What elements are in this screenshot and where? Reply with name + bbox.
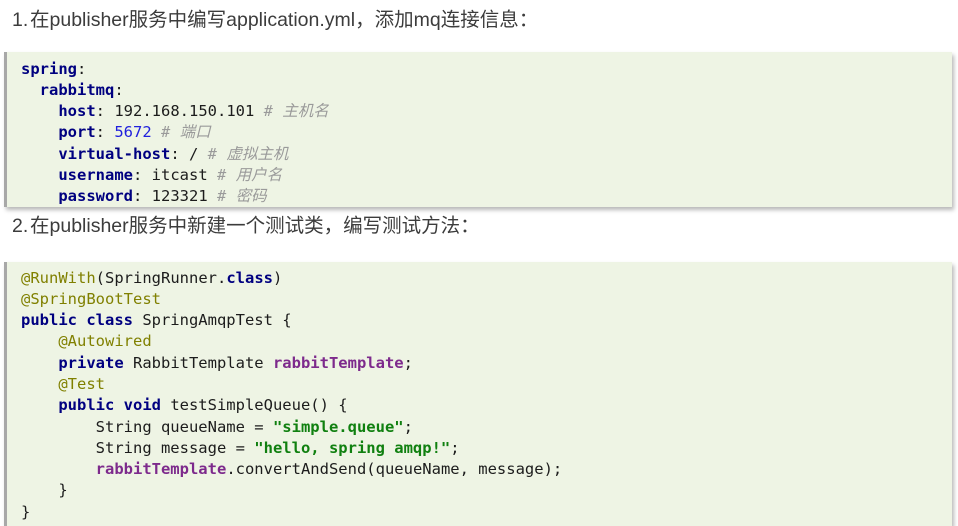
code-token-key: public class	[21, 311, 133, 330]
java-code-block[interactable]: @RunWith(SpringRunner.class) @SpringBootT…	[4, 261, 952, 526]
code-token-punct: :	[77, 59, 87, 78]
code-line: spring:	[21, 59, 952, 80]
code-token-key: private	[58, 353, 124, 372]
code-line: username: itcast # 用户名	[21, 165, 952, 186]
code-token-punct: :	[95, 102, 105, 121]
code-token-punct: :	[114, 80, 124, 99]
code-token-plain: SpringAmqpTest {	[132, 311, 292, 330]
code-line: }	[21, 480, 952, 501]
code-line: host: 192.168.150.101 # 主机名	[21, 101, 952, 122]
code-token-key: public void	[58, 396, 161, 415]
code-line: @RunWith(SpringRunner.class)	[21, 268, 952, 289]
code-token-str: "hello, spring amqp!"	[254, 438, 451, 457]
step-1-heading: 1. 在publisher服务中编写application.yml，添加mq连接…	[0, 3, 538, 32]
code-line: port: 5672 # 端口	[21, 122, 952, 143]
code-token-plain: 192.168.150.101	[105, 102, 264, 121]
code-line: rabbitmq:	[21, 80, 952, 101]
code-line: String queueName = "simple.queue";	[21, 417, 952, 438]
code-token-plain: SpringRunner.	[105, 268, 227, 287]
code-token-punct: :	[170, 144, 180, 163]
code-token-punct: ;	[403, 353, 413, 372]
code-token-plain: 123321	[142, 187, 217, 206]
code-token-punct: :	[132, 187, 143, 206]
code-token-punct: ;	[450, 438, 460, 457]
code-token-num: 5672	[114, 123, 152, 142]
code-token-key: port	[58, 123, 96, 142]
code-line: }	[21, 502, 952, 523]
code-token-key: virtual-host	[58, 144, 171, 163]
code-token-plain: String message =	[95, 438, 255, 457]
code-token-key: host	[58, 102, 96, 121]
code-token-punct: :	[95, 123, 105, 142]
code-token-key: class	[226, 268, 273, 287]
code-line: virtual-host: / # 虚拟主机	[21, 144, 952, 165]
code-token-anno: @RunWith	[21, 268, 96, 287]
code-token-plain: String queueName =	[95, 417, 273, 436]
code-token-field: rabbitTemplate	[95, 460, 227, 479]
yaml-code-block[interactable]: spring: rabbitmq: host: 192.168.150.101 …	[4, 51, 952, 207]
slide-page: 1. 在publisher服务中编写application.yml，添加mq连接…	[0, 0, 958, 526]
code-line: public void testSimpleQueue() {	[21, 395, 952, 416]
code-token-key: spring	[21, 59, 77, 78]
code-token-punct: )	[273, 268, 283, 287]
code-line: @Test	[21, 374, 952, 395]
code-token-cmt: # 密码	[216, 187, 267, 206]
code-line: @SpringBootTest	[21, 289, 952, 310]
code-token-punct: ;	[403, 417, 413, 436]
code-token-plain: itcast	[142, 165, 217, 184]
code-token-anno: @Test	[58, 374, 105, 393]
code-token-plain: testSimpleQueue() {	[160, 396, 348, 415]
code-token-key: password	[58, 187, 133, 206]
code-line: String message = "hello, spring amqp!";	[21, 438, 952, 459]
code-token-key: username	[58, 165, 133, 184]
code-token-key: rabbitmq	[39, 80, 115, 99]
code-token-cmt: # 虚拟主机	[207, 144, 289, 163]
code-token-plain: }	[21, 502, 31, 521]
code-token-plain: /	[179, 144, 208, 163]
code-token-field: rabbitTemplate	[272, 353, 404, 372]
code-token-cmt: # 端口	[161, 123, 211, 142]
code-token-plain: RabbitTemplate	[123, 353, 273, 372]
code-token-cmt: # 用户名	[216, 165, 283, 184]
code-line: private RabbitTemplate rabbitTemplate;	[21, 353, 952, 374]
code-token-anno: @SpringBootTest	[21, 289, 161, 308]
step-2-heading: 2. 在publisher服务中新建一个测试类，编写测试方法：	[0, 209, 480, 238]
code-token-plain: .convertAndSend(queueName, message);	[226, 460, 563, 479]
code-line: @Autowired	[21, 331, 952, 352]
code-line: rabbitTemplate.convertAndSend(queueName,…	[21, 459, 952, 480]
step-2-text: 在publisher服务中新建一个测试类，编写测试方法：	[30, 215, 480, 237]
step-1-text: 在publisher服务中编写application.yml，添加mq连接信息：	[30, 9, 539, 31]
step-1-number: 1.	[12, 9, 29, 31]
code-line: password: 123321 # 密码	[21, 186, 952, 206]
code-token-cmt: # 主机名	[263, 102, 329, 121]
code-token-punct: :	[132, 165, 143, 184]
code-token-str: "simple.queue"	[272, 417, 404, 436]
code-line: public class SpringAmqpTest {	[21, 310, 952, 331]
code-token-anno: @Autowired	[58, 332, 152, 351]
code-token-punct: (	[95, 268, 105, 287]
step-2-number: 2.	[12, 215, 29, 237]
code-token-plain: }	[58, 481, 68, 500]
